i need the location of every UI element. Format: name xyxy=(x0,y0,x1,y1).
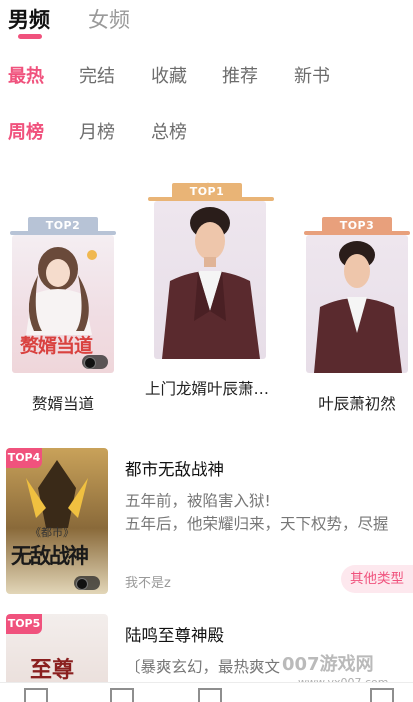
category-grid-icon[interactable] xyxy=(198,688,222,702)
active-tab-underline xyxy=(18,34,42,39)
book-title: 叶辰萧初然 xyxy=(318,395,396,413)
book-desc-line1: 五年前，被陷害入狱! xyxy=(125,492,271,510)
tab-monthly[interactable]: 月榜 xyxy=(79,118,115,144)
rank-badge: TOP5 xyxy=(6,614,42,634)
library-icon[interactable] xyxy=(110,688,134,702)
profile-icon[interactable] xyxy=(370,688,394,702)
tab-weekly[interactable]: 周榜 xyxy=(8,118,44,144)
tab-overall[interactable]: 总榜 xyxy=(151,118,187,144)
bottom-nav xyxy=(0,682,413,702)
cover-title-text: 无敌战神 xyxy=(11,544,89,568)
podium-book-top1[interactable]: TOP1 上门龙婿叶辰萧… xyxy=(140,182,274,413)
cover-illustration xyxy=(162,207,260,359)
tab-hottest[interactable]: 最热 xyxy=(8,62,44,88)
book-desc-line2: 五年后，他荣耀归来，天下权势，尽握 xyxy=(125,515,389,533)
book-cover xyxy=(306,235,408,373)
cover-title-text: 赘婿当道 xyxy=(20,335,93,357)
tab-recommended[interactable]: 推荐 xyxy=(222,62,258,88)
site-watermark: 007游戏网 xyxy=(282,654,374,675)
publisher-chip-icon xyxy=(82,355,108,369)
top3-podium: TOP2 赘婿当道 赘婿当道 TOP1 上门龙婿叶辰萧… TOP3 叶辰萧初然 xyxy=(0,165,413,415)
bookshelf-icon[interactable] xyxy=(24,688,48,702)
genre-tag[interactable]: 其他类型 xyxy=(341,565,413,593)
tab-female[interactable]: 女频 xyxy=(88,4,130,34)
book-cover xyxy=(154,201,266,359)
publisher-chip-icon xyxy=(74,576,100,590)
cover-subtitle-text: 《都市》 xyxy=(30,526,74,539)
tab-male[interactable]: 男频 xyxy=(8,4,50,34)
book-author: 我不是z xyxy=(125,576,171,591)
category-tabs: 最热 完结 收藏 推荐 新书 xyxy=(0,62,413,90)
list-item[interactable]: 《都市》 无敌战神 TOP4 都市无敌战神 五年前，被陷害入狱! 五年后，他荣耀… xyxy=(0,448,413,598)
cover-illustration xyxy=(26,460,88,528)
rank-badge: TOP4 xyxy=(6,448,42,468)
podium-book-top3[interactable]: TOP3 叶辰萧初然 xyxy=(302,217,412,413)
cover-illustration xyxy=(314,241,402,373)
rank-period-tabs: 周榜 月榜 总榜 xyxy=(0,118,413,146)
book-title: 陆鸣至尊神殿 xyxy=(125,626,224,645)
book-cover: 《都市》 无敌战神 TOP4 xyxy=(6,448,108,594)
tab-favorites[interactable]: 收藏 xyxy=(151,62,187,88)
book-title: 上门龙婿叶辰萧… xyxy=(144,380,269,398)
tab-completed[interactable]: 完结 xyxy=(79,62,115,88)
book-cover: 至尊 TOP5 xyxy=(6,614,108,682)
podium-book-top2[interactable]: TOP2 赘婿当道 赘婿当道 xyxy=(8,217,118,413)
gender-tabs: 男频 女频 xyxy=(0,0,413,46)
book-title: 赘婿当道 xyxy=(31,395,94,413)
book-title: 都市无敌战神 xyxy=(125,460,224,479)
cover-title-text: 至尊 xyxy=(30,658,75,682)
tab-new-books[interactable]: 新书 xyxy=(294,62,330,88)
book-cover: 赘婿当道 xyxy=(12,235,114,373)
